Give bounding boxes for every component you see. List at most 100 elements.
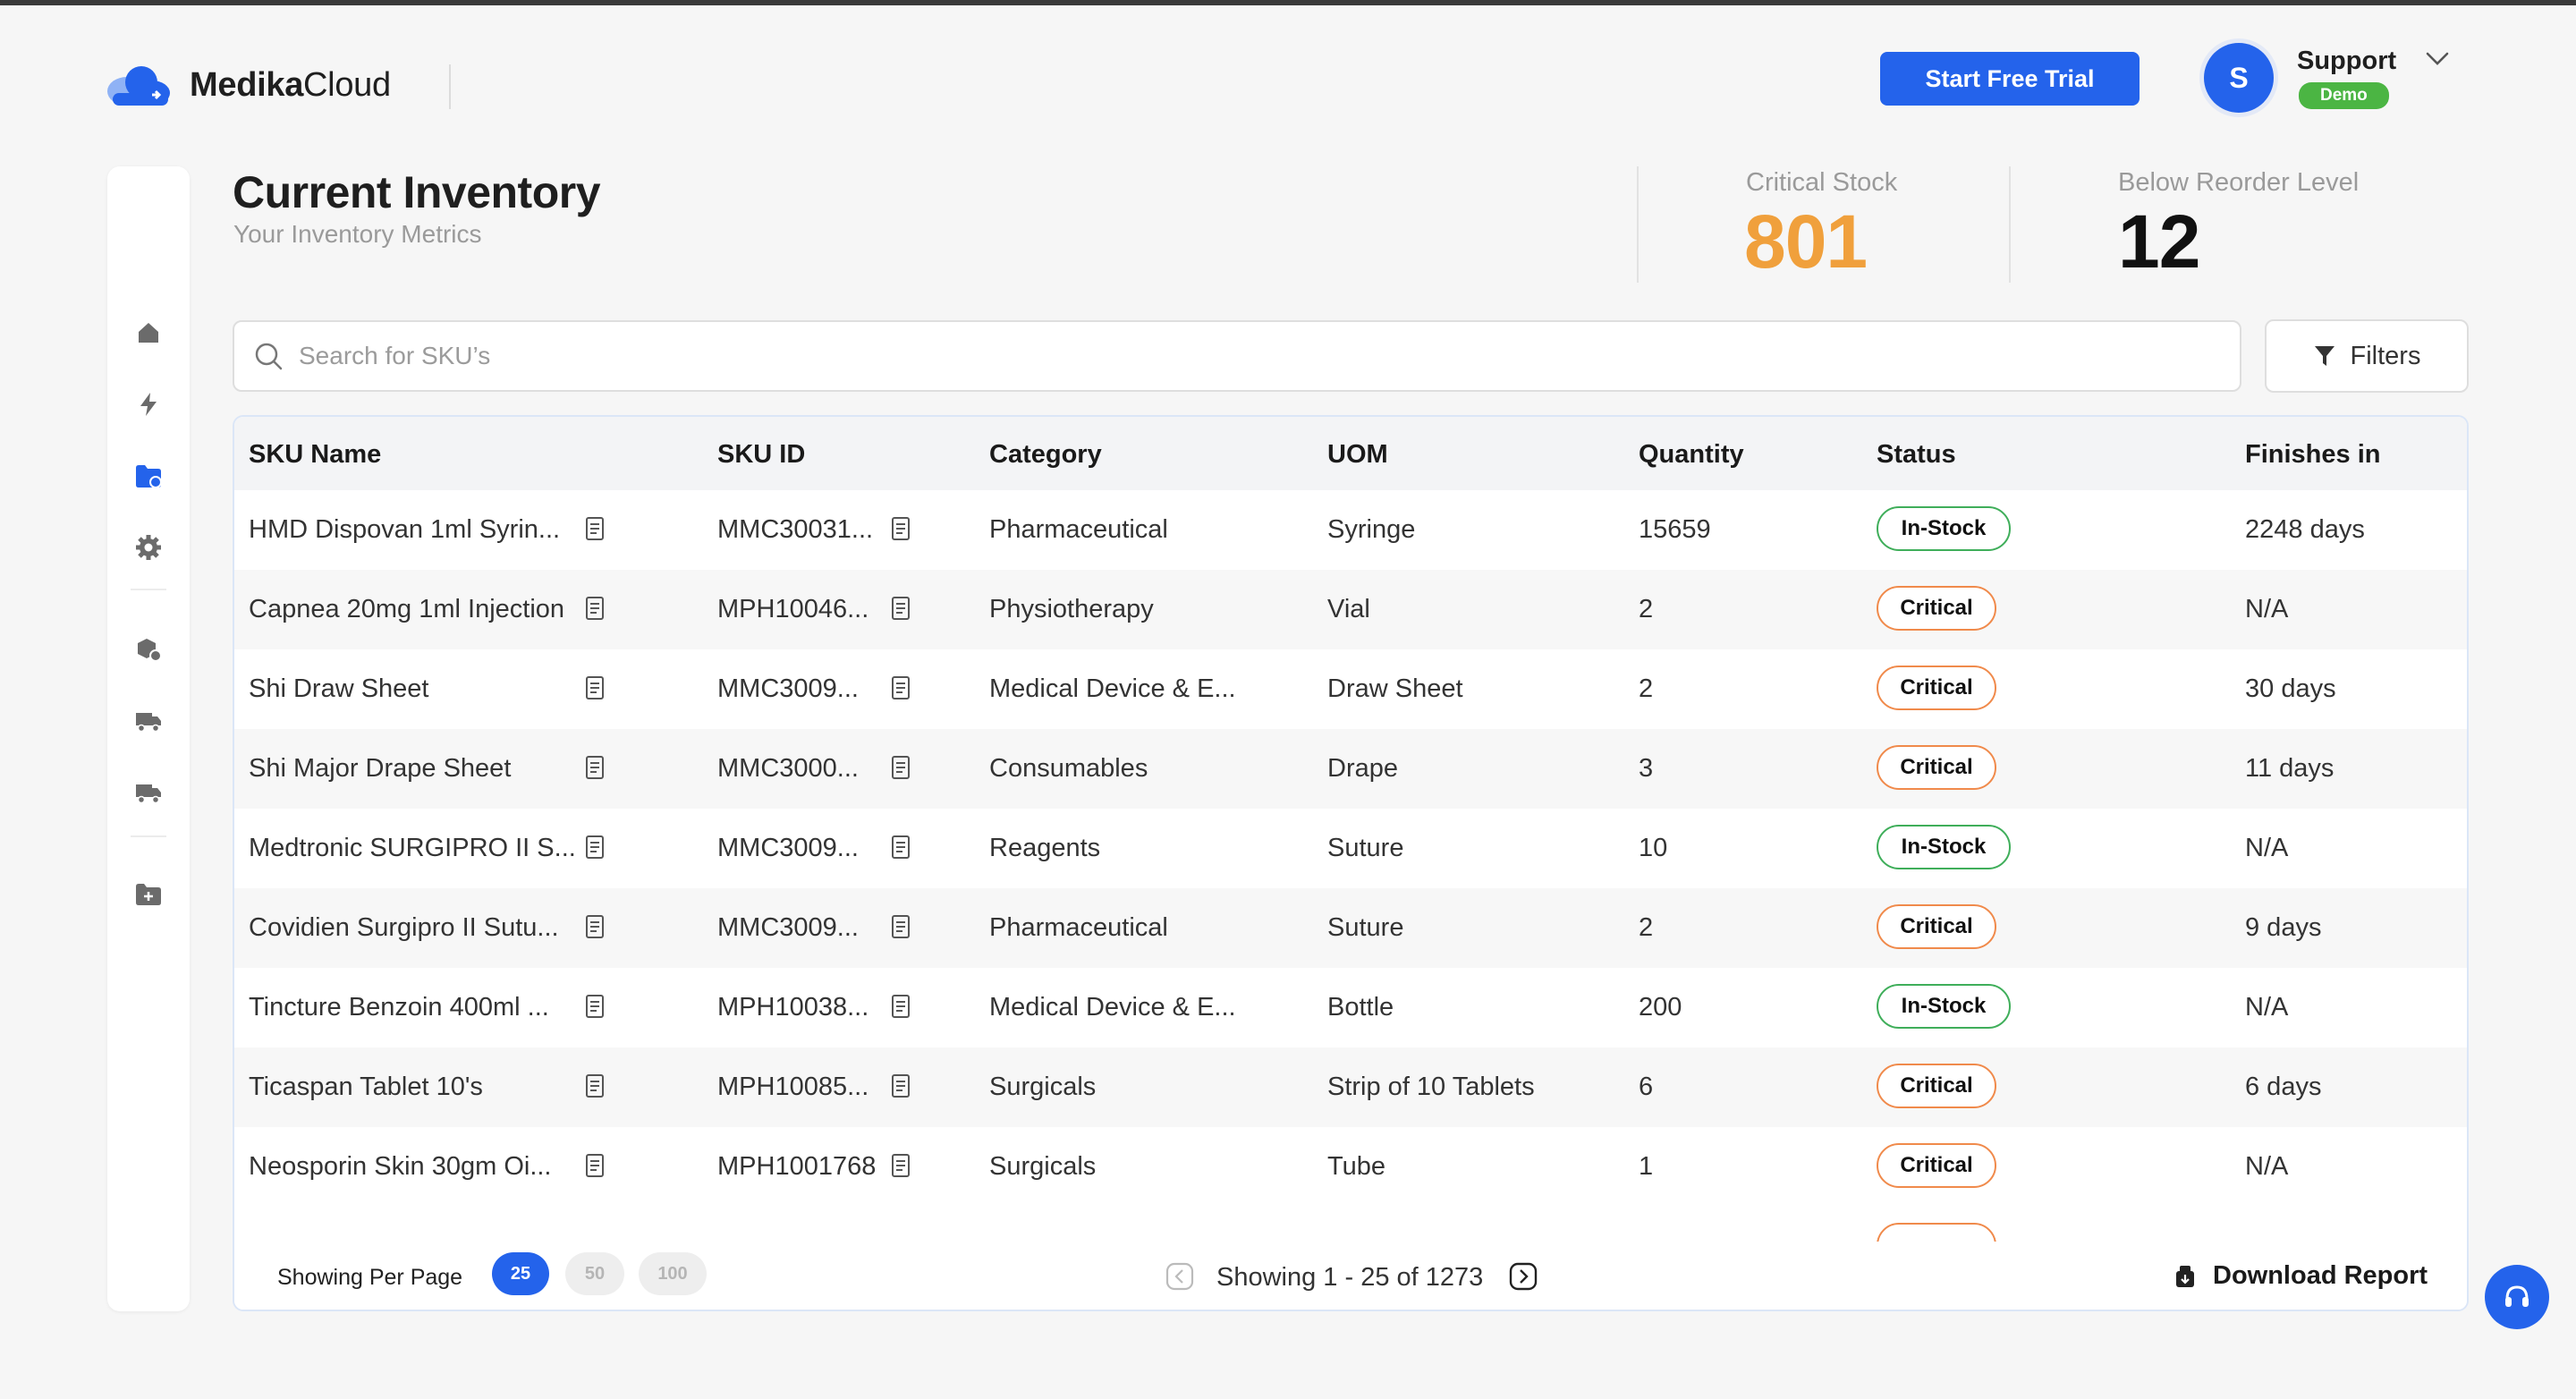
start-free-trial-button[interactable]: Start Free Trial <box>1880 52 2140 106</box>
uom: Tube <box>1327 1152 1386 1181</box>
uom: Syringe <box>1327 515 1416 544</box>
sidebar-divider <box>131 589 166 590</box>
stat-divider <box>2009 166 2011 283</box>
sku-name: Medtronic SURGIPRO II S... <box>249 834 576 862</box>
copy-sku-name-icon[interactable] <box>583 754 606 781</box>
table-header: SKU Name SKU ID Category UOM Quantity St… <box>234 417 2467 490</box>
next-page-icon[interactable] <box>1508 1261 1538 1292</box>
copy-sku-id-icon[interactable] <box>889 674 912 701</box>
category: Pharmaceutical <box>989 913 1168 942</box>
uom: Suture <box>1327 834 1404 862</box>
finishes-in: 2248 days <box>2245 515 2365 544</box>
status-badge: Critical <box>1877 1143 1996 1188</box>
home-icon[interactable] <box>132 317 165 349</box>
copy-sku-id-icon[interactable] <box>889 595 912 622</box>
copy-sku-name-icon[interactable] <box>583 1152 606 1179</box>
copy-sku-id-icon[interactable] <box>889 515 912 542</box>
table-footer: Showing Per Page 25 50 100 Showing 1 - 2… <box>234 1242 2467 1310</box>
table-row[interactable]: Neosporin Skin 30gm Oi... MPH1001768 Surgi… <box>234 1127 2467 1207</box>
critical-stock-value: 801 <box>1744 199 1868 284</box>
delivery-truck-alt-icon[interactable] <box>132 776 165 809</box>
copy-sku-id-icon[interactable] <box>889 1152 912 1179</box>
status-badge: In-Stock <box>1877 506 2011 551</box>
filter-icon <box>2314 346 2334 366</box>
copy-sku-name-icon[interactable] <box>583 595 606 622</box>
lightning-icon[interactable] <box>132 388 165 420</box>
copy-sku-name-icon[interactable] <box>583 913 606 940</box>
copy-sku-name-icon[interactable] <box>583 515 606 542</box>
headset-icon <box>2505 1285 2529 1307</box>
per-page-option-50[interactable]: 50 <box>565 1252 624 1295</box>
quantity: 200 <box>1639 993 1682 1022</box>
copy-sku-id-icon[interactable] <box>889 754 912 781</box>
copy-sku-id-icon[interactable] <box>889 1073 912 1099</box>
table-row[interactable]: Shi Major Drape Sheet MMC3000... Consumabl… <box>234 729 2467 809</box>
below-reorder-label: Below Reorder Level <box>2118 168 2360 197</box>
table-row[interactable]: Medtronic SURGIPRO II S... MMC3009... Reag… <box>234 809 2467 888</box>
quantity: 6 <box>1639 1073 1654 1101</box>
copy-sku-name-icon[interactable] <box>583 993 606 1020</box>
boxes-settings-icon[interactable] <box>132 633 165 666</box>
sku-name: Shi Draw Sheet <box>249 674 429 703</box>
sku-name: Ticaspan Tablet 10's <box>249 1073 483 1101</box>
add-folder-icon[interactable] <box>132 878 165 911</box>
prev-page-icon[interactable] <box>1165 1261 1195 1292</box>
uom: Draw Sheet <box>1327 674 1463 703</box>
per-page-option-25[interactable]: 25 <box>492 1252 549 1295</box>
copy-sku-name-icon[interactable] <box>583 1073 606 1099</box>
table-row-partial <box>234 1207 2467 1242</box>
settings-gear-icon[interactable] <box>132 531 165 564</box>
filters-button[interactable]: Filters <box>2265 319 2469 393</box>
finishes-in: N/A <box>2245 595 2289 623</box>
brand-logo[interactable]: MedikaCloud <box>106 63 391 107</box>
quantity: 15659 <box>1639 515 1711 544</box>
quantity: 2 <box>1639 595 1654 623</box>
download-icon <box>2176 1265 2194 1287</box>
copy-sku-id-icon[interactable] <box>889 834 912 861</box>
user-name[interactable]: Support <box>2297 47 2396 76</box>
status-badge: Critical <box>1877 1064 1996 1108</box>
quantity: 2 <box>1639 913 1654 942</box>
chevron-down-icon[interactable] <box>2422 48 2453 70</box>
status-badge: Critical <box>1877 666 1996 710</box>
status-badge: In-Stock <box>1877 825 2011 869</box>
search-input[interactable] <box>299 322 2222 390</box>
uom: Bottle <box>1327 993 1394 1022</box>
table-row[interactable]: Capnea 20mg 1ml Injection MPH10046... Phys… <box>234 570 2467 649</box>
user-avatar[interactable]: S <box>2204 43 2274 113</box>
download-report-button[interactable]: Download Report <box>2174 1261 2428 1291</box>
sku-id: MMC3009... <box>717 834 859 862</box>
column-header-sku-id[interactable]: SKU ID <box>717 440 805 470</box>
copy-sku-id-icon[interactable] <box>889 993 912 1020</box>
sku-name: Neosporin Skin 30gm Oi... <box>249 1152 552 1181</box>
table-row[interactable]: Ticaspan Tablet 10's MPH10085... Surgicals… <box>234 1047 2467 1127</box>
table-row[interactable]: Tincture Benzoin 400ml ... MPH10038... Med… <box>234 968 2467 1047</box>
table-row[interactable]: Shi Draw Sheet MMC3009... Medical Device &… <box>234 649 2467 729</box>
copy-sku-name-icon[interactable] <box>583 674 606 701</box>
category: Medical Device & E... <box>989 674 1236 703</box>
per-page-label: Showing Per Page <box>277 1265 463 1290</box>
sku-name: Tincture Benzoin 400ml ... <box>249 993 549 1022</box>
help-chat-button[interactable] <box>2485 1265 2549 1329</box>
per-page-option-100[interactable]: 100 <box>639 1252 707 1295</box>
quantity: 1 <box>1639 1152 1654 1181</box>
sku-name: Capnea 20mg 1ml Injection <box>249 595 565 623</box>
sidebar <box>107 166 190 1311</box>
sidebar-divider <box>131 835 166 837</box>
stat-divider <box>1637 166 1639 283</box>
copy-sku-id-icon[interactable] <box>889 913 912 940</box>
column-header-category[interactable]: Category <box>989 440 1102 470</box>
column-header-sku-name[interactable]: SKU Name <box>249 440 381 470</box>
inventory-folder-icon[interactable] <box>132 460 165 492</box>
finishes-in: N/A <box>2245 834 2289 862</box>
table-row[interactable]: Covidien Surgipro II Sutu... MMC3009... Ph… <box>234 888 2467 968</box>
table-row[interactable]: HMD Dispovan 1ml Syrin... MMC30031... Phar… <box>234 490 2467 570</box>
copy-sku-name-icon[interactable] <box>583 834 606 861</box>
sku-id: MMC3009... <box>717 674 859 703</box>
delivery-truck-icon[interactable] <box>132 705 165 737</box>
column-header-finishes-in[interactable]: Finishes in <box>2245 440 2380 470</box>
column-header-status[interactable]: Status <box>1877 440 1956 470</box>
column-header-uom[interactable]: UOM <box>1327 440 1388 470</box>
column-header-quantity[interactable]: Quantity <box>1639 440 1744 470</box>
window-top-border <box>0 0 2576 5</box>
